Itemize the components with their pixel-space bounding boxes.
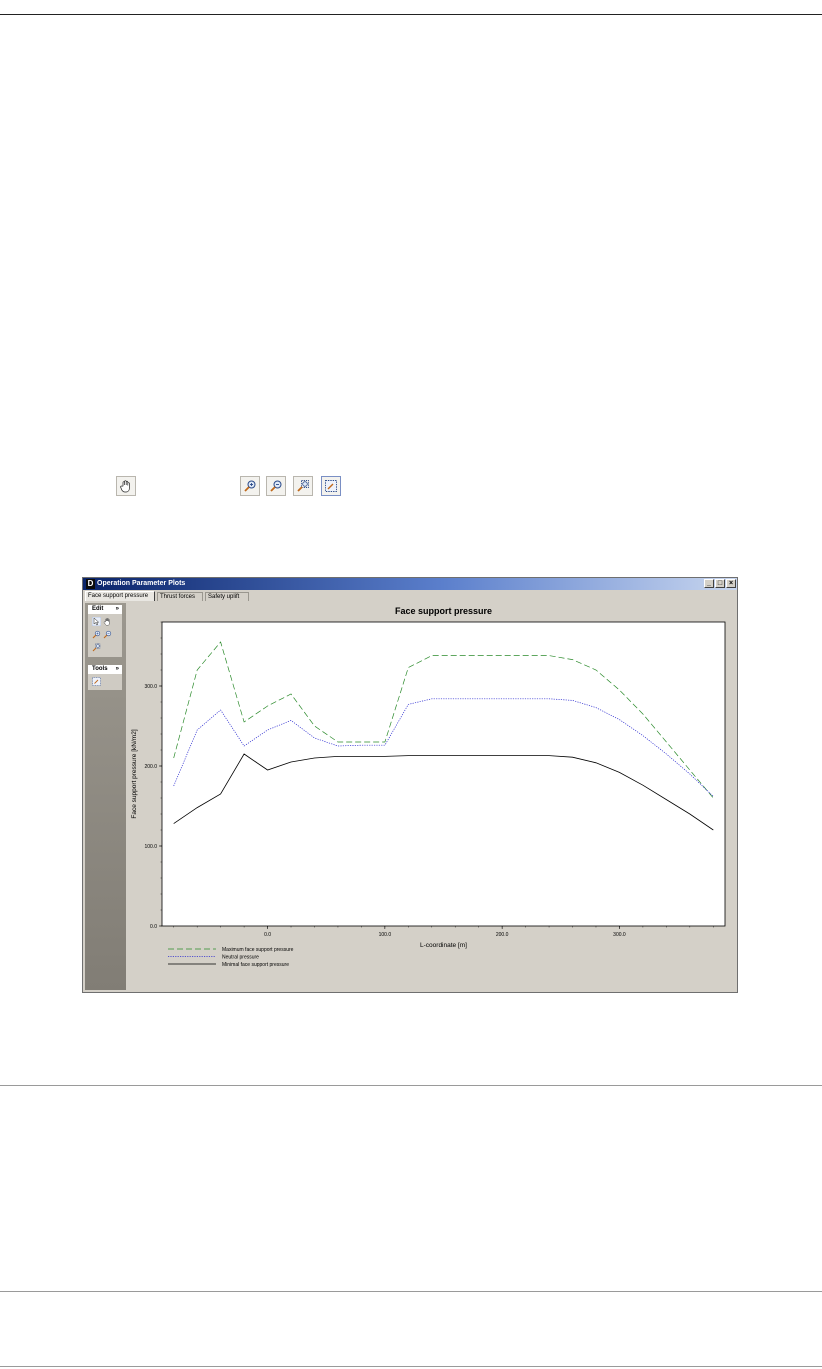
x-tick-label: 0.0 <box>264 932 271 938</box>
tab-safety-uplift[interactable]: Safety uplift <box>205 592 249 601</box>
close-button[interactable]: × <box>726 579 736 588</box>
tab-face-support-pressure[interactable]: Face support pressure <box>85 591 155 601</box>
zoom-reset-icon[interactable] <box>293 476 313 496</box>
window-title: Operation Parameter Plots <box>97 580 186 587</box>
tools-panel <box>88 674 122 690</box>
plot-frame <box>161 621 726 927</box>
zoom-window-icon[interactable] <box>92 677 101 686</box>
x-tick-label: 100.0 <box>379 932 392 938</box>
tools-panel-label: Tools <box>92 666 108 672</box>
y-axis-label: Face support pressure [kN/m2] <box>131 729 138 818</box>
operation-parameter-plots-window: D Operation Parameter Plots _ □ × Face s… <box>82 577 738 993</box>
collapse-chevron-icon[interactable]: » <box>116 665 119 674</box>
edit-panel <box>88 614 122 657</box>
pan-hand-icon[interactable] <box>103 617 112 626</box>
legend-label: Neutral pressure <box>222 954 259 960</box>
zoom-out-icon[interactable] <box>266 476 286 496</box>
pan-hand-icon[interactable] <box>116 476 136 496</box>
tool-sidebar: Edit » Tools » <box>85 603 126 990</box>
zoom-in-icon[interactable] <box>240 476 260 496</box>
footer-rule <box>0 1366 822 1367</box>
edit-panel-label: Edit <box>92 606 104 612</box>
face-support-pressure-chart[interactable]: Face support pressure 0.0 100.0 200.0 300.0 0… <box>128 603 735 990</box>
zoom-window-icon[interactable] <box>321 476 341 496</box>
collapse-chevron-icon[interactable]: » <box>116 605 119 614</box>
maximize-button[interactable]: □ <box>715 579 725 588</box>
header-rule <box>0 14 822 15</box>
legend-label: Minimal face support pressure <box>222 962 289 968</box>
y-tick-label: 200.0 <box>144 764 157 770</box>
y-tick-label: 300.0 <box>144 684 157 690</box>
app-logo-icon: D <box>86 579 95 589</box>
zoom-reset-icon[interactable] <box>92 643 101 652</box>
chart-title: Face support pressure <box>395 606 492 616</box>
section-rule <box>0 1291 822 1292</box>
select-arrow-icon[interactable] <box>92 617 101 626</box>
x-axis-label: L-coordinate [m] <box>420 942 467 949</box>
x-tick-label: 200.0 <box>496 932 509 938</box>
window-titlebar[interactable]: D Operation Parameter Plots _ □ × <box>83 578 737 590</box>
x-tick-label: 300.0 <box>613 932 626 938</box>
edit-panel-header[interactable]: Edit » <box>88 605 122 614</box>
section-rule <box>0 1085 822 1086</box>
tools-panel-header[interactable]: Tools » <box>88 665 122 674</box>
plot-area: Face support pressure 0.0 100.0 200.0 300.0 0… <box>128 603 735 990</box>
zoom-in-icon[interactable] <box>92 630 101 639</box>
y-tick-label: 100.0 <box>144 844 157 850</box>
zoom-out-icon[interactable] <box>103 630 112 639</box>
tab-thrust-forces[interactable]: Thrust forces <box>157 592 203 601</box>
legend-label: Maximum face support pressure <box>222 947 294 953</box>
minimize-button[interactable]: _ <box>704 579 714 588</box>
y-tick-label: 0.0 <box>150 924 157 930</box>
